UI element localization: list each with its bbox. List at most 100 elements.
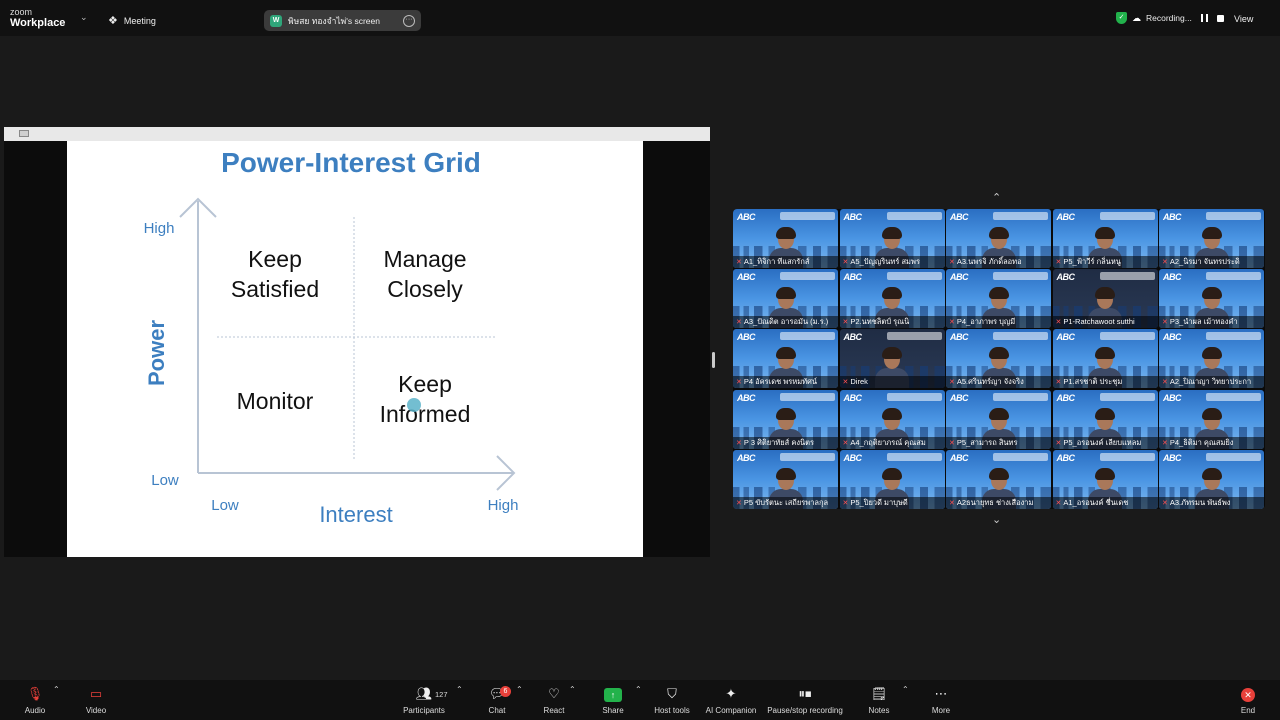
share-screen-icon: ↑ [600,685,626,703]
more-button[interactable]: ⋯ More [928,685,954,715]
participant-tile[interactable]: ABC ✕ A5_ปัญญรินทร์ สมพร [839,209,945,268]
pause-recording-icon[interactable] [1200,14,1208,22]
abc-logo: ABC [737,332,756,343]
notes-options-caret[interactable]: ⌃ [902,685,909,694]
zoom-logo[interactable]: zoom Workplace [10,8,65,29]
chevron-down-icon[interactable]: ⌄ [992,513,1001,526]
participant-tile[interactable]: ABC ✕ A5.ศรินทร์ญา จังจริง [946,329,1051,389]
participant-tile[interactable]: ABC ✕ P1-Ratchawoot sutthi [1052,269,1158,329]
participant-name-label: ✕ A3_ปัณดิต อารอมัน (ม.ร.) [733,316,838,329]
participant-tile[interactable]: ABC ✕ P5_ฟ้าวีร์ กลิ่นหนู [1052,209,1158,268]
participant-name-label: ✕ P5_ฟ้าวีร์ กลิ่นหนู [1052,256,1158,268]
chevron-up-icon[interactable]: ⌃ [992,191,1001,204]
participant-tile[interactable]: ABC ✕ P4_อาภาพร บุญมี [946,269,1051,329]
background-banner [993,272,1048,281]
participant-tile[interactable]: ABC ✕ A1_ทิจิกา ทีแสกรักส์ [733,209,838,268]
end-button[interactable]: ✕ End [1236,685,1260,715]
participant-tile[interactable]: ABC ✕ A4_กฤติยาภรณ์ คุณสม [839,389,945,449]
participant-tile[interactable]: ABC ✕ A2_นิรมา จันทรประดิ [1159,209,1264,268]
participant-tile[interactable]: ABC ✕ P3_นำผล เม้าทองคำ [1159,269,1264,329]
view-button[interactable]: View [1234,14,1253,24]
abc-logo: ABC [1056,332,1076,343]
presentation-slide: Power-Interest Grid High Low Low High In… [67,141,643,557]
participant-tile[interactable]: ABC ✕ Direk [839,329,945,389]
participant-name: P1.สรชาติ ประชุม [1063,377,1123,387]
ai-companion-button[interactable]: ✦ AI Companion [703,685,759,715]
background-banner [1099,212,1155,220]
participant-name: A2_ปิณาญา วิทยาประกา [1169,377,1252,387]
participant-tile[interactable]: ABC ✕ P4 อัครเดช พรหมทัศน์ [733,329,838,389]
participants-options-caret[interactable]: ⌃ [456,685,463,694]
participant-tile[interactable]: ABC ✕ A2ธนายุทธ ช่างเสืองาม [946,449,1051,509]
abc-logo: ABC [843,452,863,463]
audio-button[interactable]: 🎙︎ Audio [22,685,48,715]
shared-screen-indicator[interactable]: W พิษสย ทองจำไพ่'s screen ··· [264,10,421,31]
background-banner [1206,332,1261,341]
participant-name-label: ✕ Direk [839,376,945,389]
chat-options-caret[interactable]: ⌃ [516,685,523,694]
pause-stop-recording-button[interactable]: ⏸⏹ Pause/stop recording [765,685,845,715]
background-banner [1206,212,1261,220]
participant-tile[interactable]: ABC ✕ A2_ปิณาญา วิทยาประกา [1159,329,1264,389]
background-banner [1099,272,1155,281]
share-button[interactable]: ↑ Share [600,685,626,715]
notes-button[interactable]: 🗒︎ Notes [866,685,892,715]
host-tools-button[interactable]: ⛉ Host tools [652,685,692,715]
participant-tile[interactable]: ABC ✕ P5_ปิยวดี มาบุษดี [839,449,945,509]
resize-handle[interactable] [712,352,715,368]
abc-logo: ABC [950,452,969,463]
participant-name: P1-Ratchawoot sutthi [1063,317,1135,327]
participant-tile[interactable]: ABC ✕ A3.ภัทรมน พันธ์พง [1159,449,1264,509]
mic-muted-icon: ✕ [842,319,849,327]
participant-name-label: ✕ P4 อัครเดช พรหมทัศน์ [733,376,838,389]
mic-muted-icon: ✕ [1055,319,1062,327]
quadrant-keep-informed-line1: Keep [398,371,452,397]
video-button[interactable]: ▭ Video [83,685,109,715]
more-options-icon[interactable]: ··· [403,14,415,27]
participant-gallery: ABC ✕ A1_ทิจิกา ทีแสกรักส์ ABC ✕ A5_ปัญญรินทร… [733,209,1265,509]
participant-name: P5_ฟ้าวีร์ กลิ่นหนู [1063,257,1121,266]
participant-name-label: ✕ A1_ทิจิกา ทีแสกรักส์ [733,256,838,268]
chat-unread-badge: 6 [500,686,511,697]
chevron-down-icon[interactable]: ⌄ [80,12,88,23]
react-button[interactable]: ♡ React [540,685,568,715]
mic-muted-icon: ✕ [736,439,742,447]
participant-name-label: ✕ P1.สรชาติ ประชุม [1052,376,1158,389]
abc-logo: ABC [843,332,863,343]
participant-name-label: ✕ A4_กฤติยาภรณ์ คุณสม [839,436,945,449]
quadrant-keep-satisfied-line2: Satisfied [231,276,319,302]
audio-options-caret[interactable]: ⌃ [53,685,60,694]
participant-name: A2_นิรมา จันทรประดิ [1169,257,1240,266]
participant-tile[interactable]: ABC ✕ P 3 ศิติยาทัยส์ คงนิตร [733,389,838,449]
abc-logo: ABC [1056,452,1076,463]
participant-tile[interactable]: ABC ✕ P5 ขับรัตนะ เสถียรพาลกุล [733,449,838,509]
background-banner [780,452,835,461]
participant-tile[interactable]: ABC ✕ A3_ปัณดิต อารอมัน (ม.ร.) [733,269,838,329]
participant-name-label: ✕ A5_ปัญญรินทร์ สมพร [839,256,945,268]
participant-tile[interactable]: ABC ✕ P4_ธิติมา คุณสมยิง [1159,389,1264,449]
background-banner [1206,392,1261,401]
mic-muted-icon: ✕ [1162,499,1168,507]
y-high-label: High [144,220,175,237]
background-banner [780,272,835,281]
participants-label: Participants [403,706,445,715]
participant-tile[interactable]: ABC ✕ P1.สรชาติ ประชุม [1052,329,1158,389]
share-options-caret[interactable]: ⌃ [635,685,642,694]
participant-name-label: ✕ P4_อาภาพร บุญมี [946,316,1051,329]
participant-name: A3.นพรจิ ภักดิ์ลอทอ [956,257,1022,266]
participant-tile[interactable]: ABC ✕ P2.นทชลิตป์ รุณนิ [839,269,945,329]
mic-muted-icon: ✕ [736,379,742,387]
participant-tile[interactable]: ABC ✕ A1_อรอนงค์ ชื่นเดช [1052,449,1158,509]
background-banner [1099,452,1155,461]
react-options-caret[interactable]: ⌃ [569,685,576,694]
mic-muted-icon: ✕ [842,439,849,447]
meeting-info-button[interactable]: ❖ Meeting [108,14,156,27]
stop-recording-icon[interactable] [1216,14,1224,22]
participant-tile[interactable]: ABC ✕ P5_สามารถ สินทร [946,389,1051,449]
abc-logo: ABC [950,272,969,283]
abc-logo: ABC [737,452,756,463]
participant-tile[interactable]: ABC ✕ A3.นพรจิ ภักดิ์ลอทอ [946,209,1051,268]
mic-muted-icon: ✕ [1055,259,1062,266]
participant-tile[interactable]: ABC ✕ P5_อรอนงค์ เลียบแหลม [1052,389,1158,449]
participant-name: A1_อรอนงค์ ชื่นเดช [1063,497,1129,507]
